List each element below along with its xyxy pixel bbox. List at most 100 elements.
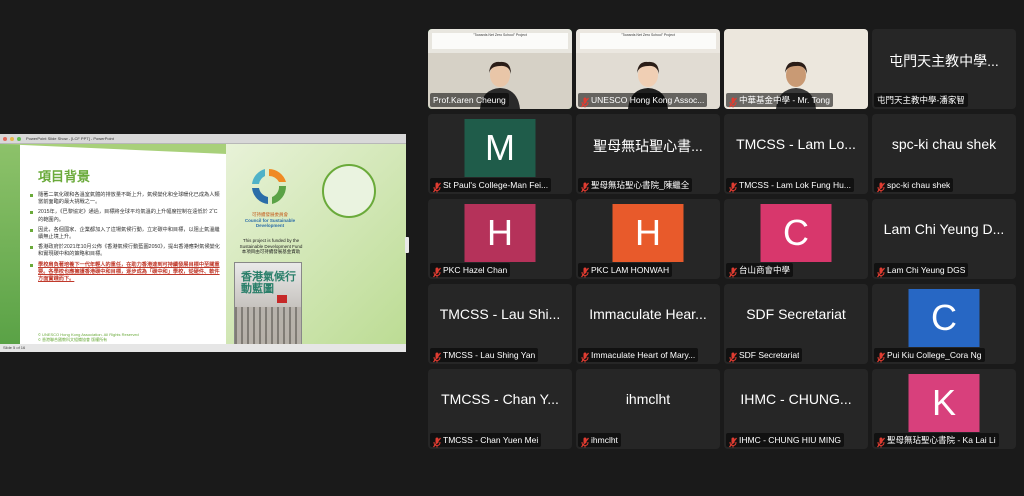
book-year-badge [277,295,287,303]
mic-muted-icon [729,95,737,107]
mic-muted-icon [877,350,885,362]
slideshow-status: Slide 5 of 16 [0,344,406,352]
slide-bullet: 因此，各個國家、企業都加入了這場氣候行動，立定碳中和目標，以阻止氣溫繼續無止境上… [30,227,220,241]
participant-tile[interactable]: K 聖母無玷聖心書院 - Ka Lai Li [872,369,1016,449]
participant-name-label: PKC Hazel Chan [430,263,511,277]
slide-footer-line2: © 香港聯合國教科文組織協會 版權所有 [38,337,108,342]
participant-name: TMCSS - Chan Yuen Mei [443,435,539,445]
participant-name: SDF Secretariat [739,350,800,360]
participant-tile[interactable]: M St Paul's College-Man Fei... [428,114,572,194]
participant-name-label: TMCSS - Lam Lok Fung Hu... [726,178,854,192]
participant-tile[interactable]: Immaculate Hear... Immaculate Heart of Ma… [576,284,720,364]
participant-name-label: Lam Chi Yeung DGS [874,263,969,277]
mic-muted-icon [581,435,589,447]
participant-name: 屯門天主教中學-潘家智 [877,95,965,105]
mic-muted-icon [581,95,589,107]
mic-muted-icon [433,180,441,192]
participant-name-label: TMCSS - Lau Shing Yan [430,348,539,362]
participant-tile[interactable]: "Towards Net Zero School" Project Prof.Ka… [428,29,572,109]
participant-name: 聖母無玷聖心書院 - Ka Lai Li [887,435,996,445]
slide-bullet: 香港政府於2021年10月公佈《香港氣候行動藍圖2050》，提出香港應對氣候變化… [30,244,220,258]
participant-tile[interactable]: C 台山商會中學 [724,199,868,279]
book-cover-image [235,307,301,344]
slide-decoration [0,144,20,344]
participant-display-name: TMCSS - Lam Lo... [736,136,856,152]
book-title: 香港氣候行動藍圖 [241,271,296,295]
participant-name: Lam Chi Yeung DGS [887,265,966,275]
shared-screen[interactable]: PowerPoint Slide Show - [LCF PPT] - Powe… [0,134,406,352]
slide-bullet: 學校肩負著培養下一代年輕人的重任，在助力香港達到可持續發展目標中至關重要。各學校… [30,262,220,284]
participant-avatar: H [464,204,536,262]
participant-name-label: 中華基金中學 - Mr. Tong [726,93,833,107]
participant-name: PKC LAM HONWAH [591,265,670,275]
participant-name-label: TMCSS - Chan Yuen Mei [430,433,542,447]
mic-muted-icon [433,435,441,447]
participant-name: 中華基金中學 - Mr. Tong [739,95,830,105]
participant-name-label: 聖母無玷聖心書院_陳繼全 [578,178,693,192]
participant-name-label: 聖母無玷聖心書院 - Ka Lai Li [874,433,999,447]
participant-name-label: IHMC - CHUNG HIU MING [726,433,844,447]
participant-display-name: TMCSS - Lau Shi... [439,306,561,322]
participant-avatar: K [908,374,980,432]
window-maximize-dot [17,136,21,141]
participant-name: IHMC - CHUNG HIU MING [739,435,841,445]
participant-name: UNESCO Hong Kong Assoc... [591,95,705,105]
slide-title: 項目背景 [38,169,91,184]
split-view-drag-handle[interactable] [405,237,409,253]
participant-name-label: PKC LAM HONWAH [578,263,673,277]
fund-statement: This project is funded by the Sustainabl… [239,238,303,254]
mic-muted-icon [581,180,589,192]
mic-muted-icon [729,265,737,277]
council-logo-icon [252,169,287,204]
participant-tile[interactable]: 屯門天主教中學... 屯門天主教中學-潘家智 [872,29,1016,109]
mic-muted-icon [877,435,885,447]
participant-tile[interactable]: C Pui Kiu College_Cora Ng [872,284,1016,364]
video-background-banner: "Towards Net Zero School" Project [580,33,716,49]
participant-tile[interactable]: "Towards Net Zero School" Project UNESCO … [576,29,720,109]
participant-name-label: Pui Kiu College_Cora Ng [874,348,985,362]
mic-muted-icon [433,265,441,277]
participant-name-label: ihmclht [578,433,621,447]
participant-name-label: 台山商會中學 [726,263,794,277]
participant-name-label: SDF Secretariat [726,348,803,362]
presentation-slide: 項目背景 隨著二氧化碳和各溫室氣體的排放量不斷上升，氣候變化和全球暖化已成為人類… [0,144,406,344]
participant-tile[interactable]: TMCSS - Chan Y... TMCSS - Chan Yuen Mei [428,369,572,449]
participant-name: TMCSS - Lau Shing Yan [443,350,536,360]
mic-muted-icon [729,350,737,362]
participant-display-name: IHMC - CHUNG... [740,391,852,407]
shared-window-title: PowerPoint Slide Show - [LCF PPT] - Powe… [26,136,114,141]
participant-tile[interactable]: 中華基金中學 - Mr. Tong [724,29,868,109]
participant-avatar: H [612,204,684,262]
participant-display-name: spc-ki chau shek [891,136,997,152]
participant-name-label: St Paul's College-Man Fei... [430,178,552,192]
participant-name: Immaculate Heart of Mary... [591,350,696,360]
participant-tile[interactable]: H PKC LAM HONWAH [576,199,720,279]
participant-name: 台山商會中學 [739,265,791,275]
participant-name-label: Immaculate Heart of Mary... [578,348,699,362]
participant-tile[interactable]: Lam Chi Yeung D... Lam Chi Yeung DGS [872,199,1016,279]
participant-tile[interactable]: SDF Secretariat SDF Secretariat [724,284,868,364]
participant-display-name: TMCSS - Chan Y... [441,391,559,407]
slide-right-panel: 可持續發展委員會 Council for Sustainable Develop… [226,144,406,344]
unesco-hk-seal-icon [322,164,376,218]
participant-name: Prof.Karen Cheung [433,95,506,105]
climate-blueprint-book: 香港氣候行動藍圖 [234,262,302,344]
participant-tile[interactable]: IHMC - CHUNG... IHMC - CHUNG HIU MING [724,369,868,449]
window-close-dot [3,136,7,141]
participant-display-name: ihmclht [625,391,671,407]
participant-name-label: Prof.Karen Cheung [430,93,509,107]
mic-muted-icon [433,350,441,362]
participant-tile[interactable]: TMCSS - Lau Shi... TMCSS - Lau Shing Yan [428,284,572,364]
participant-tile[interactable]: 聖母無玷聖心書... 聖母無玷聖心書院_陳繼全 [576,114,720,194]
participant-tile[interactable]: spc-ki chau shek spc-ki chau shek [872,114,1016,194]
participant-tile[interactable]: ihmclht ihmclht [576,369,720,449]
mic-muted-icon [581,265,589,277]
mic-muted-icon [729,180,737,192]
mic-muted-icon [877,180,885,192]
participant-name: ihmclht [591,435,618,445]
participant-name: TMCSS - Lam Lok Fung Hu... [739,180,851,190]
participant-avatar: C [908,289,980,347]
slide-footer: © UNESCO Hong Kong Association. All Righ… [38,332,139,342]
participant-tile[interactable]: H PKC Hazel Chan [428,199,572,279]
participant-tile[interactable]: TMCSS - Lam Lo... TMCSS - Lam Lok Fung Hu… [724,114,868,194]
